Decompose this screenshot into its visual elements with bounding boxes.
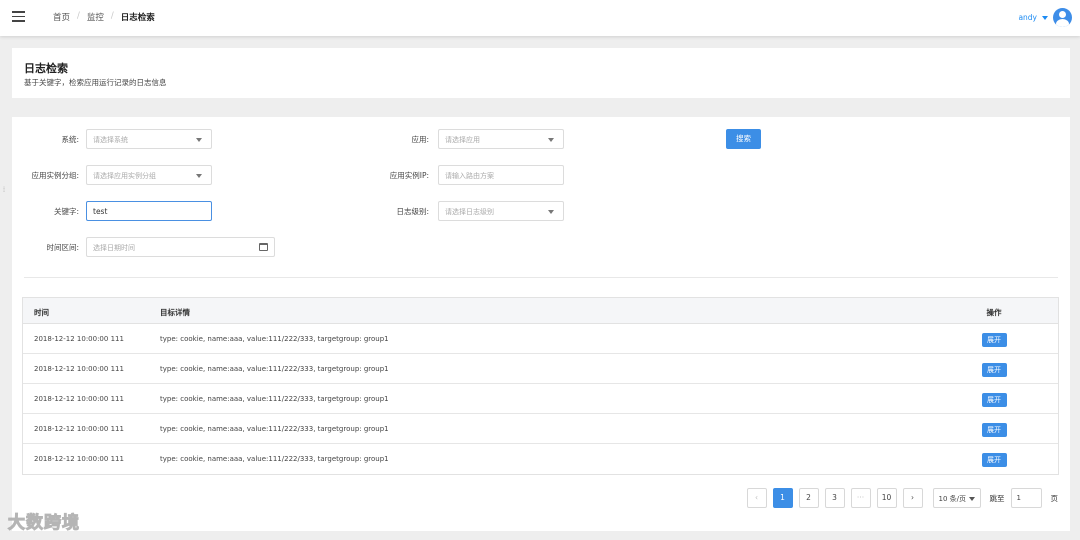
cell-detail: type: cookie, name:aaa, value:111/222/33… bbox=[160, 335, 389, 343]
header-detail: 目标详情 bbox=[160, 308, 190, 317]
cell-op: 展开 bbox=[981, 453, 1007, 467]
page-title: 日志检索 bbox=[24, 62, 68, 75]
search-panel: 系统: 请选择系统 应用: 请选择应用 搜索 应用实例分组: 请选择应用实例分组… bbox=[12, 117, 1070, 531]
breadcrumb-home[interactable]: 首页 bbox=[53, 11, 70, 23]
cell-detail: type: cookie, name:aaa, value:111/222/33… bbox=[160, 455, 389, 463]
breadcrumb: 首页 / 监控 / 日志检索 bbox=[53, 11, 155, 23]
instance-group-select[interactable]: 请选择应用实例分组 bbox=[86, 165, 212, 185]
expand-button[interactable]: 展开 bbox=[981, 393, 1007, 407]
system-label: 系统: bbox=[61, 135, 79, 144]
keyword-label: 关键字: bbox=[53, 207, 79, 216]
cell-time: 2018-12-12 10:00:00 111 bbox=[34, 365, 124, 373]
cell-op: 展开 bbox=[981, 333, 1007, 347]
cell-time: 2018-12-12 10:00:00 111 bbox=[34, 395, 124, 403]
table-header: 时间 目标详情 操作 bbox=[23, 298, 1058, 324]
breadcrumb-separator: / bbox=[110, 11, 114, 21]
table-row: 2018-12-12 10:00:00 111 type: cookie, na… bbox=[23, 384, 1058, 414]
page-subtitle: 基于关键字，检索应用运行记录的日志信息 bbox=[24, 78, 167, 87]
pagination: ‹ 1 2 3 ··· 10 › 10 条/页 跳至 1 页 bbox=[746, 488, 1059, 508]
prev-page-button[interactable]: ‹ bbox=[746, 488, 767, 508]
page-size-select[interactable]: 10 条/页 bbox=[932, 488, 981, 508]
page-1-button[interactable]: 1 bbox=[772, 488, 793, 508]
cell-time: 2018-12-12 10:00:00 111 bbox=[34, 335, 124, 343]
jump-input[interactable]: 1 bbox=[1010, 488, 1042, 508]
jump-label: 跳至 bbox=[989, 493, 1005, 503]
keyword-input[interactable]: test bbox=[86, 201, 212, 221]
divider bbox=[24, 277, 1058, 278]
header-time: 时间 bbox=[34, 308, 49, 317]
search-button[interactable]: 搜索 bbox=[726, 129, 761, 149]
cell-detail: type: cookie, name:aaa, value:111/222/33… bbox=[160, 395, 389, 403]
page-unit-label: 页 bbox=[1050, 493, 1059, 503]
instance-ip-label: 应用实例IP: bbox=[389, 171, 429, 180]
app-select[interactable]: 请选择应用 bbox=[438, 129, 564, 149]
app-label: 应用: bbox=[411, 135, 429, 144]
table-row: 2018-12-12 10:00:00 111 type: cookie, na… bbox=[23, 324, 1058, 354]
cell-op: 展开 bbox=[981, 423, 1007, 437]
time-range-label: 时间区间: bbox=[46, 243, 79, 252]
hamburger-menu-icon[interactable] bbox=[12, 11, 25, 23]
header-op: 操作 bbox=[986, 308, 1002, 317]
cell-op: 展开 bbox=[981, 363, 1007, 377]
top-bar: 首页 / 监控 / 日志检索 andy bbox=[0, 0, 1080, 36]
breadcrumb-current: 日志检索 bbox=[120, 13, 155, 23]
time-range-placeholder: 选择日期时间 bbox=[93, 244, 135, 252]
system-select[interactable]: 请选择系统 bbox=[86, 129, 212, 149]
expand-button[interactable]: 展开 bbox=[981, 363, 1007, 377]
caret-down-icon[interactable] bbox=[1042, 15, 1048, 20]
table-row: 2018-12-12 10:00:00 111 type: cookie, na… bbox=[23, 444, 1058, 474]
table-row: 2018-12-12 10:00:00 111 type: cookie, na… bbox=[23, 354, 1058, 384]
table-row: 2018-12-12 10:00:00 111 type: cookie, na… bbox=[23, 414, 1058, 444]
instance-ip-input[interactable]: 请输入路由方案 bbox=[438, 165, 564, 185]
drag-handle-icon[interactable]: ⁞ bbox=[0, 183, 8, 197]
cell-time: 2018-12-12 10:00:00 111 bbox=[34, 455, 124, 463]
calendar-icon[interactable] bbox=[259, 243, 268, 251]
expand-button[interactable]: 展开 bbox=[981, 453, 1007, 467]
time-range-picker[interactable]: 选择日期时间 bbox=[86, 237, 275, 257]
page-header: 日志检索 基于关键字，检索应用运行记录的日志信息 bbox=[12, 48, 1070, 98]
expand-button[interactable]: 展开 bbox=[981, 333, 1007, 347]
watermark-logo: 大数跨境 bbox=[8, 508, 80, 534]
cell-detail: type: cookie, name:aaa, value:111/222/33… bbox=[160, 365, 389, 373]
instance-group-label: 应用实例分组: bbox=[31, 171, 79, 180]
breadcrumb-monitor[interactable]: 监控 bbox=[87, 11, 104, 23]
cell-time: 2018-12-12 10:00:00 111 bbox=[34, 425, 124, 433]
page-3-button[interactable]: 3 bbox=[824, 488, 845, 508]
breadcrumb-separator: / bbox=[77, 11, 80, 21]
page-10-button[interactable]: 10 bbox=[876, 488, 897, 508]
cell-detail: type: cookie, name:aaa, value:111/222/33… bbox=[160, 425, 389, 433]
user-name[interactable]: andy bbox=[1018, 13, 1037, 22]
next-page-button[interactable]: › bbox=[902, 488, 923, 508]
log-level-select[interactable]: 请选择日志级别 bbox=[438, 201, 564, 221]
page-ellipsis[interactable]: ··· bbox=[850, 488, 871, 508]
user-menu[interactable]: andy bbox=[1018, 8, 1072, 27]
avatar[interactable] bbox=[1053, 8, 1072, 27]
expand-button[interactable]: 展开 bbox=[981, 423, 1007, 437]
log-table: 时间 目标详情 操作 2018-12-12 10:00:00 111 type:… bbox=[22, 297, 1059, 475]
page-2-button[interactable]: 2 bbox=[798, 488, 819, 508]
watermark-text: 大数跨境 bbox=[8, 513, 80, 534]
log-level-label: 日志级别: bbox=[396, 207, 429, 216]
cell-op: 展开 bbox=[981, 393, 1007, 407]
